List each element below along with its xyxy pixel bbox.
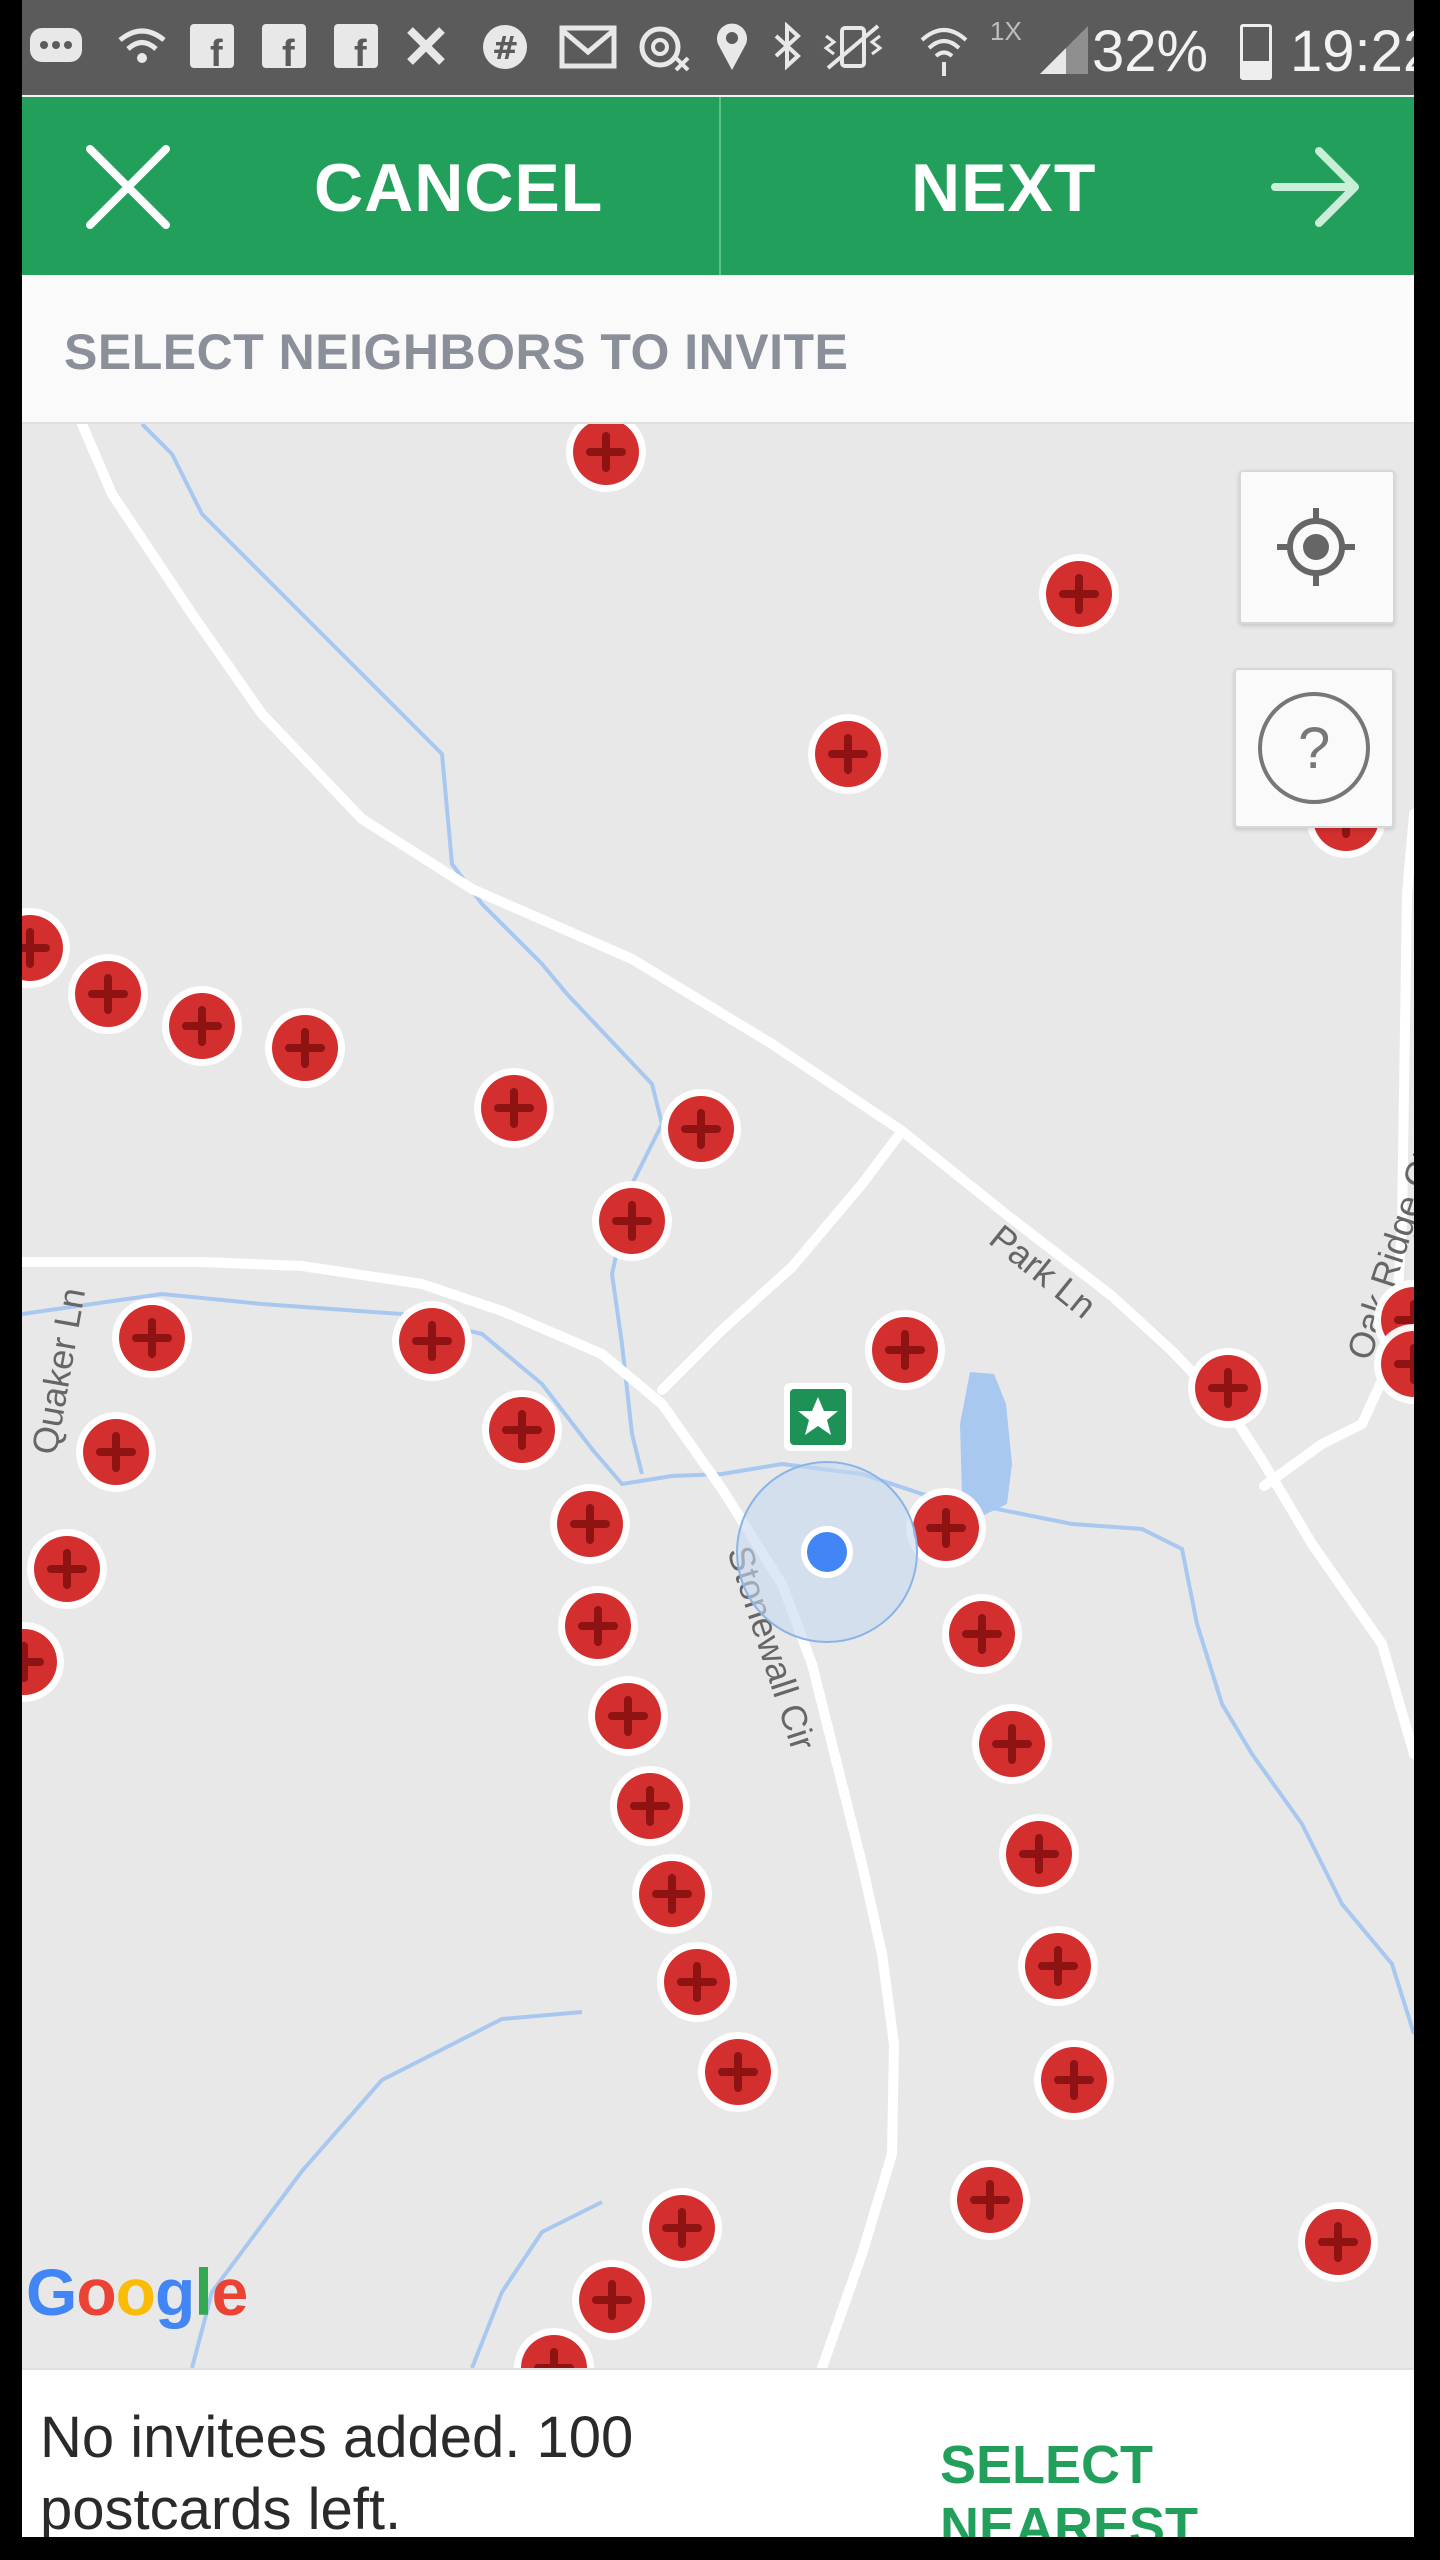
- neighbor-marker[interactable]: [657, 1942, 737, 2022]
- neighbor-marker[interactable]: [865, 1310, 945, 1390]
- neighbor-marker[interactable]: [1298, 2202, 1378, 2282]
- neighbor-marker[interactable]: [482, 1390, 562, 1470]
- battery-icon: [1240, 24, 1272, 80]
- tools-icon: [402, 22, 458, 81]
- neighbor-marker[interactable]: [1039, 554, 1119, 634]
- neighbor-marker[interactable]: [942, 1594, 1022, 1674]
- mail-icon: [558, 22, 620, 81]
- footer-bar: No invitees added. 100 postcards left. S…: [22, 2368, 1414, 2537]
- neighbor-marker[interactable]: [1034, 2040, 1114, 2120]
- next-button[interactable]: NEXT: [721, 97, 1414, 275]
- help-button[interactable]: ?: [1234, 668, 1394, 828]
- neighbor-marker[interactable]: [392, 1301, 472, 1381]
- neighbor-marker[interactable]: [592, 1181, 672, 1261]
- help-glyph: ?: [1298, 716, 1330, 781]
- neighbor-marker[interactable]: [999, 1814, 1079, 1894]
- vibrate-icon: [822, 22, 886, 81]
- cell-signal-icon: [1036, 22, 1092, 87]
- home-star-marker[interactable]: [784, 1383, 852, 1451]
- app-screen: f f f # 1X 32% 19:2 CANCEL NEXT SELECT N…: [22, 0, 1414, 2537]
- neighbor-marker[interactable]: [162, 986, 242, 1066]
- facebook-icon: f: [260, 22, 310, 81]
- neighbor-marker[interactable]: [514, 2328, 594, 2368]
- next-label: NEXT: [911, 150, 1097, 226]
- location-pin-icon: [712, 22, 756, 81]
- status-bar: f f f # 1X 32% 19:2: [22, 0, 1414, 95]
- hashtag-icon: #: [480, 22, 536, 81]
- neighbor-marker[interactable]: [632, 1854, 712, 1934]
- speed-indicator: 1X: [990, 16, 1022, 46]
- cancel-label: CANCEL: [314, 150, 604, 226]
- svg-text:f: f: [282, 33, 295, 72]
- neighbor-markers: [22, 424, 1414, 2368]
- neighbor-marker[interactable]: [558, 1586, 638, 1666]
- arrow-right-icon: [1271, 147, 1359, 227]
- bluetooth-icon: [768, 21, 808, 81]
- page-title: SELECT NEIGHBORS TO INVITE: [64, 324, 849, 380]
- neighbor-marker[interactable]: [27, 1529, 107, 1609]
- battery-percent: 32%: [1092, 19, 1209, 84]
- neighbor-marker[interactable]: [906, 1488, 986, 1568]
- crosshair-icon: [1277, 508, 1355, 586]
- invitee-status-text: No invitees added. 100 postcards left.: [40, 2405, 634, 2537]
- neighbor-marker[interactable]: [610, 1766, 690, 1846]
- svg-text:f: f: [354, 33, 367, 72]
- neighbor-marker[interactable]: [642, 2188, 722, 2268]
- neighbor-marker[interactable]: [950, 2160, 1030, 2240]
- neighbor-marker[interactable]: [661, 1089, 741, 1169]
- wifi-signal-icon: [918, 22, 974, 87]
- neighbor-marker[interactable]: [474, 1068, 554, 1148]
- svg-text:#: #: [492, 29, 519, 67]
- neighbor-marker[interactable]: [550, 1484, 630, 1564]
- facebook-icon: f: [332, 22, 382, 81]
- close-icon: [86, 145, 170, 229]
- svg-text:f: f: [210, 33, 223, 72]
- neighbor-marker[interactable]: [22, 908, 70, 988]
- neighbor-marker[interactable]: [566, 424, 646, 492]
- map-view[interactable]: Park Ln Oak Ridge Ct Stonewall Cir Quake…: [22, 424, 1414, 2368]
- facebook-icon: f: [188, 22, 238, 81]
- cancel-button[interactable]: CANCEL: [22, 97, 719, 275]
- page-header: SELECT NEIGHBORS TO INVITE: [22, 275, 1414, 424]
- at-icon: [636, 22, 692, 81]
- action-bar: CANCEL NEXT: [22, 97, 1414, 275]
- neighbor-marker[interactable]: [972, 1704, 1052, 1784]
- neighbor-marker[interactable]: [76, 1412, 156, 1492]
- neighbor-marker[interactable]: [588, 1676, 668, 1756]
- current-location-marker: [736, 1461, 918, 1643]
- clock: 19:22: [1290, 19, 1414, 84]
- neighbor-marker[interactable]: [808, 714, 888, 794]
- my-location-button[interactable]: [1239, 470, 1395, 624]
- neighbor-marker[interactable]: [1018, 1926, 1098, 2006]
- map-canvas: Park Ln Oak Ridge Ct Stonewall Cir Quake…: [22, 424, 1414, 2368]
- neighbor-marker[interactable]: [572, 2260, 652, 2340]
- google-logo: Google: [26, 2255, 248, 2329]
- neighbor-marker[interactable]: [112, 1298, 192, 1378]
- neighbor-marker[interactable]: [1188, 1348, 1268, 1428]
- neighbor-marker[interactable]: [698, 2032, 778, 2112]
- chat-icon: [28, 22, 84, 81]
- neighbor-marker[interactable]: [68, 954, 148, 1034]
- neighbor-marker[interactable]: [22, 1622, 64, 1702]
- select-nearest-button[interactable]: SELECT NEAREST: [940, 2434, 1414, 2537]
- help-icon: ?: [1258, 692, 1370, 804]
- wifi-icon: [114, 22, 170, 81]
- neighbor-marker[interactable]: [265, 1008, 345, 1088]
